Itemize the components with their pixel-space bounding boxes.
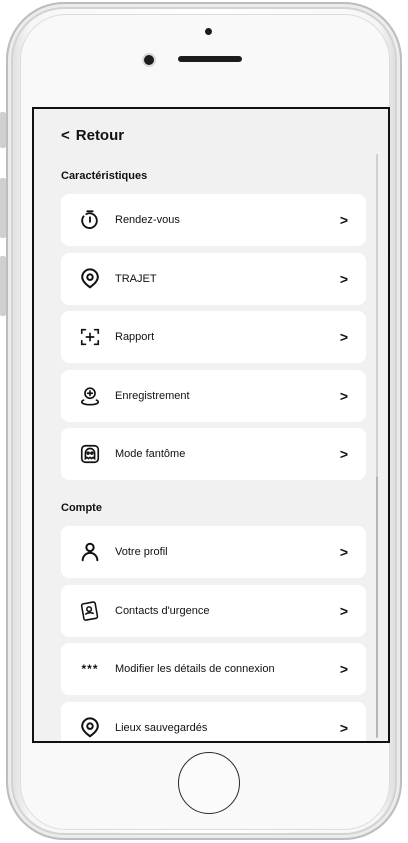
chevron-left-icon: <	[61, 127, 70, 144]
menu-item-rapport[interactable]: Rapport >	[61, 311, 366, 363]
chevron-right-icon: >	[339, 603, 349, 619]
menu-item-rendez-vous[interactable]: Rendez-vous >	[61, 194, 366, 246]
chevron-right-icon: >	[339, 388, 349, 404]
section-title-account: Compte	[61, 502, 102, 514]
location-pin-icon	[79, 268, 101, 290]
menu-item-label: Rendez-vous	[115, 214, 180, 226]
check-in-pin-icon	[79, 385, 101, 407]
password-icon: ***	[81, 662, 99, 676]
chevron-right-icon: >	[339, 446, 349, 462]
timer-icon	[79, 209, 101, 231]
chevron-right-icon: >	[339, 544, 349, 560]
back-label: Retour	[75, 127, 125, 144]
saved-place-icon	[79, 717, 101, 739]
chevron-right-icon: >	[339, 212, 349, 228]
contacts-icon	[79, 600, 101, 622]
home-button[interactable]	[178, 752, 240, 814]
report-add-icon	[79, 326, 101, 348]
front-camera	[144, 55, 154, 65]
menu-item-contacts-urgence[interactable]: Contacts d'urgence >	[61, 585, 366, 637]
volume-down-button	[0, 256, 6, 316]
menu-item-label: Modifier les détails de connexion	[115, 663, 275, 675]
menu-item-label: Rapport	[115, 331, 155, 343]
chevron-right-icon: >	[339, 661, 349, 677]
back-button[interactable]: < Retour	[61, 127, 124, 144]
menu-item-label: Lieux sauvegardés	[115, 722, 208, 734]
chevron-right-icon: >	[339, 329, 349, 345]
sensor-dot	[205, 28, 212, 35]
chevron-right-icon: >	[339, 720, 349, 736]
menu-item-trajet[interactable]: TRAJET >	[61, 253, 366, 305]
chevron-right-icon: >	[339, 271, 349, 287]
earpiece-speaker	[178, 56, 242, 62]
menu-item-label: Mode fantôme	[115, 448, 186, 460]
menu-item-enregistrement[interactable]: Enregistrement >	[61, 370, 366, 422]
menu-item-label: Contacts d'urgence	[115, 605, 210, 617]
menu-item-votre-profil[interactable]: Votre profil >	[61, 526, 366, 578]
app-screen: < Retour Caractéristiques Rendez-vous > …	[32, 107, 390, 743]
menu-item-label: TRAJET	[115, 273, 157, 285]
menu-item-label: Enregistrement	[115, 390, 190, 402]
menu-item-mode-fantome[interactable]: Mode fantôme >	[61, 428, 366, 480]
section-title-features: Caractéristiques	[61, 170, 148, 182]
scrollbar-track[interactable]	[376, 154, 378, 476]
user-icon	[79, 541, 101, 563]
menu-item-label: Votre profil	[115, 546, 168, 558]
menu-item-modifier-connexion[interactable]: *** Modifier les détails de connexion >	[61, 643, 366, 695]
menu-item-lieux-sauvegardes[interactable]: Lieux sauvegardés >	[61, 702, 366, 741]
ghost-icon	[79, 443, 101, 465]
volume-up-button	[0, 178, 6, 238]
mute-switch	[0, 112, 6, 148]
scrollbar-thumb[interactable]	[376, 476, 378, 738]
